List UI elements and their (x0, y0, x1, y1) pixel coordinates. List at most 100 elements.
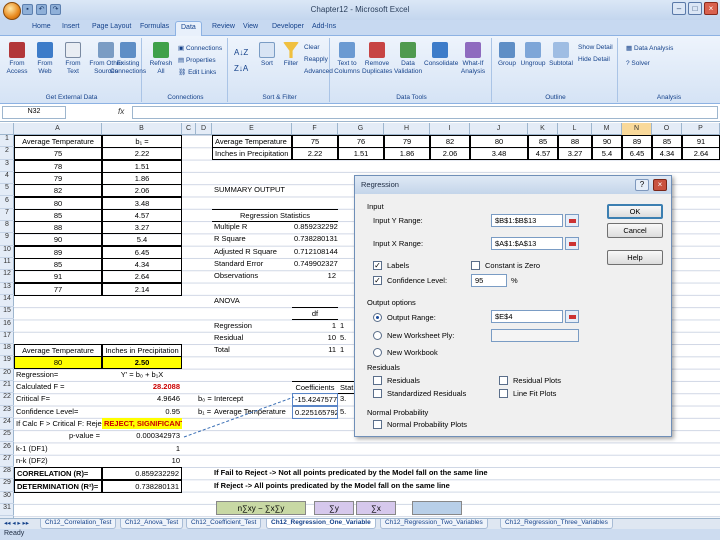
cell-precipitation[interactable]: 1.86 (102, 171, 182, 185)
input-y-collapse-icon[interactable] (565, 214, 579, 227)
cell-row2-value[interactable]: 3.48 (470, 147, 528, 160)
cell-b24[interactable]: 1 (102, 443, 182, 454)
row-header[interactable]: 22 (0, 393, 14, 406)
text-to-columns-button[interactable]: Text to Columns (334, 42, 360, 76)
row-header[interactable]: 26 (0, 443, 14, 455)
cell-b26[interactable]: 0.859232292 (102, 467, 182, 480)
tab-data[interactable]: Data (175, 21, 202, 36)
column-header[interactable]: D (196, 123, 212, 135)
from-access-button[interactable]: From Access (4, 42, 30, 76)
cell-row2-value[interactable]: 1.86 (384, 147, 430, 160)
cell-a24[interactable]: k-1 (DF1) (14, 443, 102, 454)
reapply-button[interactable]: Reapply (304, 56, 328, 63)
regression-stat-label[interactable]: Observations (212, 270, 292, 281)
column-header[interactable]: O (652, 123, 682, 135)
ok-button[interactable]: OK (607, 204, 663, 219)
tab-developer[interactable]: Developer (272, 23, 304, 30)
cell-row2-value[interactable]: 2.64 (682, 147, 720, 160)
output-range-collapse-icon[interactable] (565, 310, 579, 323)
clear-button[interactable]: Clear (304, 44, 320, 51)
row-header[interactable]: 15 (0, 307, 14, 320)
sort-button[interactable]: Sort (256, 42, 278, 68)
cancel-button[interactable]: Cancel (607, 223, 663, 238)
cell-temperature[interactable]: 82 (14, 184, 102, 198)
tab-home[interactable]: Home (32, 23, 51, 30)
hide-detail-button[interactable]: Hide Detail (578, 56, 610, 63)
output-range-field[interactable]: $E$4 (491, 310, 563, 323)
refresh-all-button[interactable]: Refresh All (148, 42, 174, 76)
cell-temperature[interactable]: 77 (14, 282, 102, 296)
name-box[interactable]: N32 (2, 106, 66, 119)
data-validation-button[interactable]: Data Validation (394, 42, 422, 76)
cell-precipitation[interactable]: 5.4 (102, 233, 182, 247)
column-header[interactable]: M (592, 123, 622, 135)
cell-row2-value[interactable]: 5.4 (592, 147, 622, 160)
cell-a25[interactable]: n-k (DF2) (14, 455, 102, 466)
line-fit-plots-checkbox[interactable] (499, 389, 508, 398)
column-header-selected[interactable]: N (622, 123, 652, 135)
row-header[interactable]: 25 (0, 430, 14, 443)
cell-row2-value[interactable]: 6.45 (622, 147, 652, 160)
row-header[interactable]: 16 (0, 320, 14, 332)
row-header[interactable]: 18 (0, 344, 14, 357)
row-header[interactable]: 10 (0, 246, 14, 258)
select-all-corner[interactable] (0, 123, 14, 135)
row-header[interactable]: 29 (0, 479, 14, 492)
column-header[interactable]: E (212, 123, 292, 135)
cell-b18[interactable]: Y' = b₀ + b₁X (102, 369, 182, 380)
labels-checkbox[interactable]: ✓ (373, 261, 382, 270)
confidence-level-field[interactable]: 95 (471, 274, 507, 287)
subtotal-button[interactable]: Subtotal (548, 42, 574, 68)
properties-button[interactable]: ▤ Properties (178, 56, 216, 64)
cell-precipitation[interactable]: 2.64 (102, 270, 182, 284)
residual-plots-checkbox[interactable] (499, 376, 508, 385)
cell-a27[interactable]: DETERMINATION (R²)= (14, 480, 102, 493)
filter-button[interactable]: Filter (280, 42, 302, 68)
anova-df-value[interactable]: 1 (292, 320, 338, 331)
sheet-tab[interactable]: Ch12_Anova_Test (120, 519, 184, 529)
regression-dialog[interactable]: Regression ? × Input Input Y Range: $B$1… (354, 175, 672, 437)
sheet-tab-active[interactable]: Ch12_Regression_One_Variable (266, 519, 376, 529)
column-header[interactable]: L (558, 123, 592, 135)
new-workbook-radio[interactable] (373, 348, 382, 357)
tab-review[interactable]: Review (212, 23, 235, 30)
regression-stat-label[interactable]: R Square (212, 233, 292, 244)
sheet-nav-icon[interactable]: ◂◂ ◂ ▸ ▸▸ (4, 519, 29, 527)
cell-b1[interactable]: b₁ = (102, 135, 182, 148)
tab-view[interactable]: View (243, 23, 258, 30)
input-y-range-field[interactable]: $B$1:$B$13 (491, 214, 563, 227)
group-button[interactable]: Group (496, 42, 518, 68)
row-header[interactable]: 11 (0, 258, 14, 271)
what-if-analysis-button[interactable]: What-If Analysis (458, 42, 488, 76)
row-header[interactable]: 3 (0, 160, 14, 172)
anova-ss-value[interactable]: 5. (338, 332, 354, 343)
row-header[interactable]: 9 (0, 233, 14, 246)
edit-links-button[interactable]: ⛓ Edit Links (178, 68, 216, 76)
data-analysis-button[interactable]: ▦ Data Analysis (626, 44, 673, 52)
cell-a19[interactable]: Calculated F = (14, 381, 102, 392)
anova-label[interactable]: ANOVA (212, 295, 242, 306)
row-header[interactable]: 13 (0, 283, 14, 295)
remove-duplicates-button[interactable]: Remove Duplicates (362, 42, 392, 76)
connections-button[interactable]: ▣ Connections (178, 44, 222, 52)
tab-page-layout[interactable]: Page Layout (92, 23, 131, 30)
from-web-button[interactable]: From Web (32, 42, 58, 76)
cell-a22[interactable]: If Calc F > Critical F: Reject (14, 418, 102, 429)
regression-stat-value[interactable]: 12 (292, 270, 338, 281)
consolidate-button[interactable]: Consolidate (424, 42, 458, 68)
sheet-tab[interactable]: Ch12_Coefficient_Test (186, 519, 262, 529)
column-header[interactable]: J (470, 123, 528, 135)
cell-temperature[interactable]: 90 (14, 233, 102, 247)
cell-b23[interactable]: 0.000342973 (102, 430, 182, 441)
row-header[interactable]: 14 (0, 295, 14, 308)
cell-temperature[interactable]: 91 (14, 270, 102, 284)
dialog-close-button[interactable]: × (653, 179, 667, 191)
regression-stat-label[interactable]: Standard Error (212, 258, 292, 269)
cell-a1[interactable]: Average Temperature (14, 135, 102, 148)
cell-precipitation[interactable]: 2.06 (102, 184, 182, 198)
row-header[interactable]: 31 (0, 504, 14, 517)
input-x-range-field[interactable]: $A$1:$A$13 (491, 237, 563, 250)
anova-ss-value[interactable]: 1 (338, 344, 354, 355)
anova-row-label[interactable]: Regression (212, 320, 292, 331)
row-header[interactable]: 2 (0, 147, 14, 160)
